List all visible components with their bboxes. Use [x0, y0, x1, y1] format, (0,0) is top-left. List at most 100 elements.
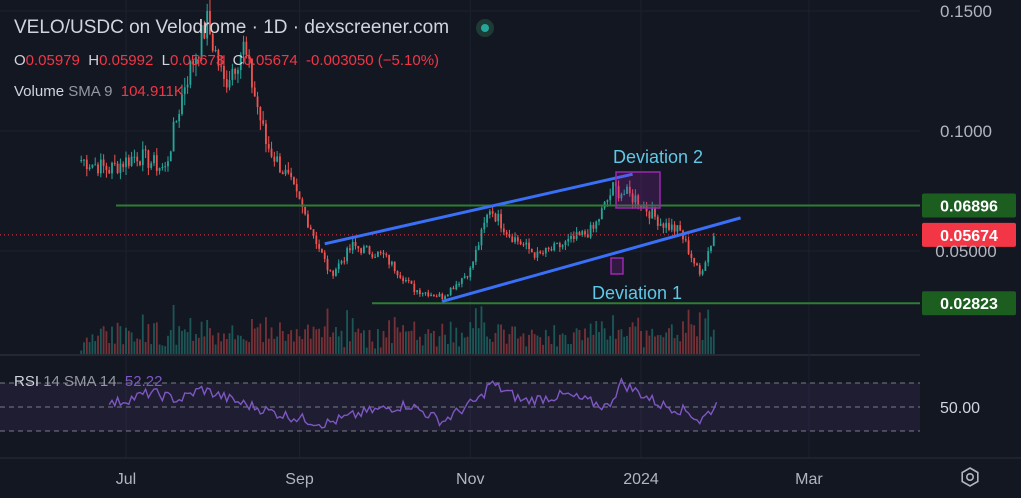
candle-body — [346, 248, 349, 262]
candle-body — [88, 167, 91, 169]
volume-bar — [88, 342, 91, 354]
volume-bar — [175, 344, 178, 354]
volume-bar — [654, 336, 656, 354]
rsi-axis-label: 50.00 — [940, 400, 980, 417]
high-key: H — [88, 52, 100, 69]
candle-body — [139, 161, 141, 166]
candle-body — [609, 195, 612, 201]
volume-bar — [164, 346, 167, 354]
candle-body — [536, 251, 539, 258]
volume-bar — [172, 304, 175, 354]
volume-bar — [460, 332, 463, 354]
candle-body — [416, 290, 418, 293]
candle-body — [265, 123, 267, 145]
x-tick-label: 2024 — [623, 471, 659, 488]
level-price-label: 0.06896 — [940, 198, 998, 215]
candle-body — [94, 164, 97, 166]
volume-bar — [530, 329, 533, 354]
volume-bar — [402, 325, 405, 354]
change-value: -0.003050 (−5.10%) — [306, 52, 440, 69]
candle-body — [393, 261, 396, 272]
volume-bar — [640, 330, 642, 354]
chart-title: VELO/USDC on Velodrome · 1D · dexscreene… — [14, 17, 450, 38]
volume-bar — [682, 321, 684, 354]
annotation-label: Deviation 2 — [613, 147, 703, 167]
volume-bar — [466, 336, 469, 354]
volume-bar — [432, 330, 435, 354]
candle-body — [556, 243, 558, 245]
volume-value: 104.911K — [120, 83, 184, 100]
volume-bar — [343, 347, 346, 354]
volume-bar — [251, 319, 253, 354]
price-chart[interactable]: Deviation 2 Deviation 1 0.06896 0.02823 0.0… — [0, 0, 1021, 498]
volume-bar — [575, 328, 578, 354]
volume-bar — [83, 342, 85, 354]
candle-body — [679, 225, 682, 231]
volume-bar — [340, 330, 343, 354]
volume-bar — [626, 335, 628, 354]
candle-body — [595, 221, 598, 229]
volume-bar — [687, 309, 690, 354]
candle-body — [435, 296, 438, 298]
volume-bar — [631, 322, 634, 354]
volume-bar — [413, 321, 416, 354]
y-tick-label: 0.05000 — [935, 242, 996, 261]
volume-bar — [399, 332, 402, 354]
volume-bar — [491, 341, 494, 354]
volume-bar — [522, 333, 525, 354]
volume-bar — [209, 328, 211, 354]
candle-body — [153, 155, 155, 164]
candle-body — [262, 120, 265, 124]
x-tick-label: Nov — [456, 471, 484, 488]
candle-body — [85, 159, 88, 169]
candle-body — [155, 155, 158, 171]
volume-bar — [525, 346, 528, 354]
volume-bar — [693, 325, 696, 354]
volume-bar — [480, 306, 483, 354]
volume-bar — [519, 336, 522, 354]
volume-bar — [704, 318, 707, 354]
volume-bar — [290, 330, 293, 354]
volume-bar — [441, 323, 444, 354]
volume-bar — [337, 336, 340, 354]
candle-body — [144, 149, 147, 151]
candle-body — [234, 68, 237, 74]
volume-bar — [192, 340, 195, 354]
candle-body — [130, 156, 133, 166]
annotations: Deviation 2 Deviation 1 — [592, 147, 703, 303]
volume-bar — [346, 310, 349, 354]
volume-bar — [500, 324, 502, 354]
volume-bar — [220, 341, 223, 354]
candle-body — [693, 258, 696, 264]
candle-body — [519, 241, 522, 245]
candle-body — [598, 219, 600, 222]
candle-body — [225, 79, 228, 88]
volume-bar — [696, 336, 698, 354]
volume-bar — [91, 334, 94, 354]
volume-bar — [105, 331, 108, 354]
y-tick-label: 0.1000 — [940, 122, 992, 141]
candle-body — [542, 252, 544, 254]
candle-body — [270, 148, 273, 157]
candle-body — [256, 96, 259, 108]
volume-bar — [477, 328, 480, 354]
volume-bar — [332, 332, 335, 354]
volume-bar — [656, 335, 659, 354]
volume-bar — [295, 329, 298, 354]
volume-bar — [312, 326, 315, 354]
volume-bar — [508, 334, 511, 354]
volume-bar — [452, 342, 455, 354]
gear-icon[interactable] — [958, 465, 982, 489]
candle-body — [707, 251, 710, 263]
volume-bar — [125, 327, 127, 354]
chart-title-row: VELO/USDC on Velodrome · 1D · dexscreene… — [14, 17, 495, 39]
deviation-2-box — [615, 171, 661, 209]
volume-bar — [167, 335, 169, 354]
volume-bar — [349, 341, 351, 354]
volume-bar — [595, 321, 598, 354]
candle-body — [483, 222, 486, 230]
volume-bar — [516, 338, 519, 354]
volume-bar — [584, 328, 586, 354]
candle-body — [108, 170, 111, 174]
volume-bar — [309, 338, 312, 354]
